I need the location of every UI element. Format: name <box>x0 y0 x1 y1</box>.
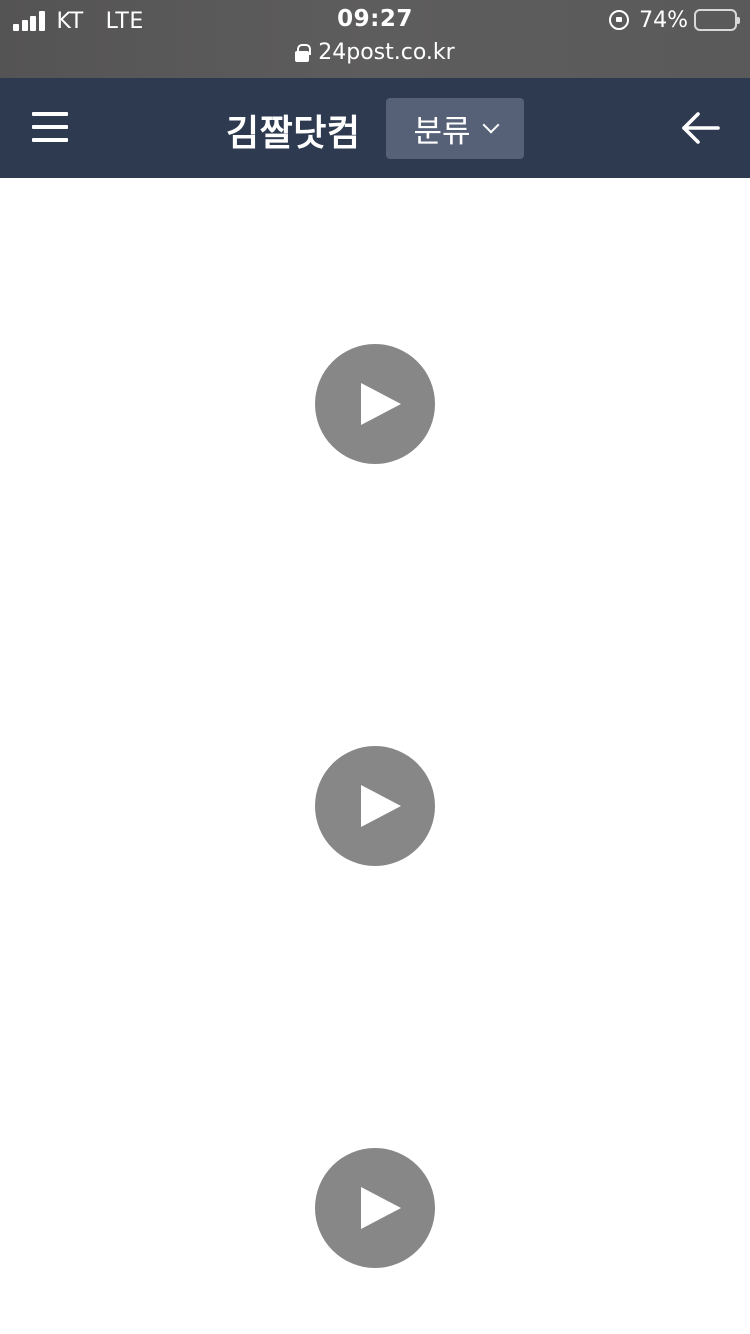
address-bar[interactable]: 24post.co.kr <box>0 40 750 65</box>
status-bar: KT LTE 09:27 74% 24post.co.kr <box>0 0 750 78</box>
back-button[interactable] <box>680 108 720 148</box>
battery-percent: 74% <box>639 7 688 33</box>
play-icon <box>361 785 401 827</box>
arrow-left-icon <box>682 112 720 144</box>
page-url: 24post.co.kr <box>318 40 455 65</box>
play-icon <box>361 1187 401 1229</box>
site-header: 김짤닷컴 분류 <box>0 78 750 178</box>
site-title[interactable]: 김짤닷컴 <box>226 104 360 156</box>
chevron-down-icon <box>482 116 500 134</box>
status-bar-right: 74% <box>609 7 740 33</box>
video-play-button-1[interactable] <box>315 344 435 464</box>
lock-icon <box>295 43 312 62</box>
category-label: 분류 <box>413 114 471 150</box>
hamburger-menu-icon[interactable] <box>32 112 68 142</box>
category-dropdown-button[interactable]: 분류 <box>386 98 524 159</box>
battery-icon <box>694 9 740 31</box>
rotation-lock-icon <box>609 10 630 30</box>
video-play-button-2[interactable] <box>315 746 435 866</box>
video-play-button-3[interactable] <box>315 1148 435 1268</box>
play-icon <box>361 383 401 425</box>
